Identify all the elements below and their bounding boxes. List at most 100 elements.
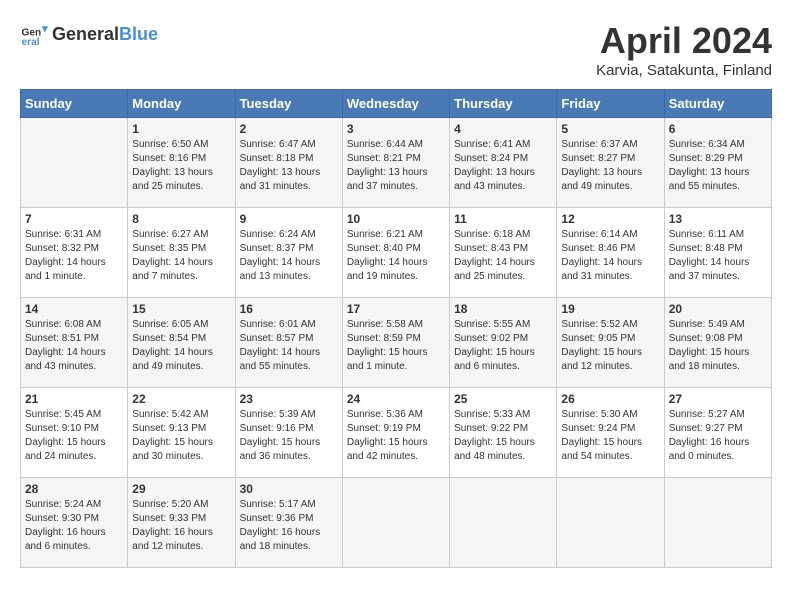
day-number: 5	[561, 122, 659, 136]
day-number: 15	[132, 302, 230, 316]
day-info: Sunrise: 6:47 AM Sunset: 8:18 PM Dayligh…	[240, 138, 338, 194]
day-info: Sunrise: 5:52 AM Sunset: 9:05 PM Dayligh…	[561, 318, 659, 374]
day-info: Sunrise: 6:41 AM Sunset: 8:24 PM Dayligh…	[454, 138, 552, 194]
header: Gen eral GeneralBlue April 2024 Karvia, …	[20, 20, 772, 79]
day-number: 10	[347, 212, 445, 226]
day-cell: 21Sunrise: 5:45 AM Sunset: 9:10 PM Dayli…	[21, 388, 128, 478]
day-cell: 7 Sunrise: 6:31 AM Sunset: 8:32 PM Daylig…	[21, 208, 128, 298]
logo: Gen eral GeneralBlue	[20, 20, 158, 48]
header-cell-wednesday: Wednesday	[342, 90, 449, 118]
day-info: Sunrise: 6:24 AM Sunset: 8:37 PM Dayligh…	[240, 228, 338, 284]
week-row-5: 28Sunrise: 5:24 AM Sunset: 9:30 PM Dayli…	[21, 478, 772, 568]
day-cell: 16Sunrise: 6:01 AM Sunset: 8:57 PM Dayli…	[235, 298, 342, 388]
day-number: 9	[240, 212, 338, 226]
day-info: Sunrise: 6:21 AM Sunset: 8:40 PM Dayligh…	[347, 228, 445, 284]
week-row-2: 7 Sunrise: 6:31 AM Sunset: 8:32 PM Daylig…	[21, 208, 772, 298]
day-number: 17	[347, 302, 445, 316]
day-cell: 26Sunrise: 5:30 AM Sunset: 9:24 PM Dayli…	[557, 388, 664, 478]
location-title: Karvia, Satakunta, Finland	[596, 62, 772, 79]
day-info: Sunrise: 5:39 AM Sunset: 9:16 PM Dayligh…	[240, 408, 338, 464]
day-cell	[664, 478, 771, 568]
day-info: Sunrise: 6:05 AM Sunset: 8:54 PM Dayligh…	[132, 318, 230, 374]
logo-blue: Blue	[119, 24, 158, 45]
day-number: 21	[25, 392, 123, 406]
day-info: Sunrise: 6:44 AM Sunset: 8:21 PM Dayligh…	[347, 138, 445, 194]
day-cell: 15 Sunrise: 6:05 AM Sunset: 8:54 PM Dayli…	[128, 298, 235, 388]
day-cell	[450, 478, 557, 568]
day-info: Sunrise: 5:42 AM Sunset: 9:13 PM Dayligh…	[132, 408, 230, 464]
day-number: 11	[454, 212, 552, 226]
day-cell: 28Sunrise: 5:24 AM Sunset: 9:30 PM Dayli…	[21, 478, 128, 568]
day-number: 1	[132, 122, 230, 136]
header-cell-friday: Friday	[557, 90, 664, 118]
day-cell: 1 Sunrise: 6:50 AM Sunset: 8:16 PM Daylig…	[128, 118, 235, 208]
day-info: Sunrise: 6:50 AM Sunset: 8:16 PM Dayligh…	[132, 138, 230, 194]
day-cell	[21, 118, 128, 208]
day-number: 27	[669, 392, 767, 406]
day-number: 23	[240, 392, 338, 406]
day-info: Sunrise: 6:18 AM Sunset: 8:43 PM Dayligh…	[454, 228, 552, 284]
week-row-1: 1 Sunrise: 6:50 AM Sunset: 8:16 PM Daylig…	[21, 118, 772, 208]
day-info: Sunrise: 5:17 AM Sunset: 9:36 PM Dayligh…	[240, 498, 338, 554]
header-row: SundayMondayTuesdayWednesdayThursdayFrid…	[21, 90, 772, 118]
day-number: 2	[240, 122, 338, 136]
day-info: Sunrise: 6:08 AM Sunset: 8:51 PM Dayligh…	[25, 318, 123, 374]
day-info: Sunrise: 6:37 AM Sunset: 8:27 PM Dayligh…	[561, 138, 659, 194]
day-number: 20	[669, 302, 767, 316]
day-cell: 19 Sunrise: 5:52 AM Sunset: 9:05 PM Dayli…	[557, 298, 664, 388]
day-number: 3	[347, 122, 445, 136]
day-cell: 29Sunrise: 5:20 AM Sunset: 9:33 PM Dayli…	[128, 478, 235, 568]
header-cell-tuesday: Tuesday	[235, 90, 342, 118]
header-cell-sunday: Sunday	[21, 90, 128, 118]
month-title: April 2024	[596, 20, 772, 62]
day-cell: 11 Sunrise: 6:18 AM Sunset: 8:43 PM Dayli…	[450, 208, 557, 298]
day-number: 19	[561, 302, 659, 316]
day-info: Sunrise: 5:58 AM Sunset: 8:59 PM Dayligh…	[347, 318, 445, 374]
logo-general: General	[52, 24, 119, 45]
day-number: 24	[347, 392, 445, 406]
day-info: Sunrise: 6:14 AM Sunset: 8:46 PM Dayligh…	[561, 228, 659, 284]
day-cell: 10 Sunrise: 6:21 AM Sunset: 8:40 PM Dayli…	[342, 208, 449, 298]
day-info: Sunrise: 5:20 AM Sunset: 9:33 PM Dayligh…	[132, 498, 230, 554]
day-cell: 20 Sunrise: 5:49 AM Sunset: 9:08 PM Dayli…	[664, 298, 771, 388]
day-number: 8	[132, 212, 230, 226]
day-number: 28	[25, 482, 123, 496]
day-number: 4	[454, 122, 552, 136]
day-number: 30	[240, 482, 338, 496]
day-info: Sunrise: 5:36 AM Sunset: 9:19 PM Dayligh…	[347, 408, 445, 464]
day-cell: 3 Sunrise: 6:44 AM Sunset: 8:21 PM Daylig…	[342, 118, 449, 208]
day-cell: 14 Sunrise: 6:08 AM Sunset: 8:51 PM Dayli…	[21, 298, 128, 388]
day-info: Sunrise: 6:01 AM Sunset: 8:57 PM Dayligh…	[240, 318, 338, 374]
calendar-body: 1 Sunrise: 6:50 AM Sunset: 8:16 PM Daylig…	[21, 118, 772, 568]
day-cell: 5 Sunrise: 6:37 AM Sunset: 8:27 PM Daylig…	[557, 118, 664, 208]
logo-icon: Gen eral	[20, 20, 48, 48]
day-number: 6	[669, 122, 767, 136]
week-row-4: 21Sunrise: 5:45 AM Sunset: 9:10 PM Dayli…	[21, 388, 772, 478]
day-cell	[557, 478, 664, 568]
day-info: Sunrise: 6:31 AM Sunset: 8:32 PM Dayligh…	[25, 228, 123, 284]
calendar-header: SundayMondayTuesdayWednesdayThursdayFrid…	[21, 90, 772, 118]
day-cell: 18Sunrise: 5:55 AM Sunset: 9:02 PM Dayli…	[450, 298, 557, 388]
day-cell: 17 Sunrise: 5:58 AM Sunset: 8:59 PM Dayli…	[342, 298, 449, 388]
header-cell-thursday: Thursday	[450, 90, 557, 118]
day-number: 18	[454, 302, 552, 316]
svg-text:eral: eral	[22, 37, 40, 48]
day-cell: 30 Sunrise: 5:17 AM Sunset: 9:36 PM Dayli…	[235, 478, 342, 568]
day-cell: 12 Sunrise: 6:14 AM Sunset: 8:46 PM Dayli…	[557, 208, 664, 298]
day-cell: 27 Sunrise: 5:27 AM Sunset: 9:27 PM Dayli…	[664, 388, 771, 478]
day-number: 25	[454, 392, 552, 406]
day-info: Sunrise: 6:11 AM Sunset: 8:48 PM Dayligh…	[669, 228, 767, 284]
day-number: 12	[561, 212, 659, 226]
day-info: Sunrise: 6:27 AM Sunset: 8:35 PM Dayligh…	[132, 228, 230, 284]
day-number: 14	[25, 302, 123, 316]
day-cell: 8 Sunrise: 6:27 AM Sunset: 8:35 PM Daylig…	[128, 208, 235, 298]
day-number: 26	[561, 392, 659, 406]
day-info: Sunrise: 5:27 AM Sunset: 9:27 PM Dayligh…	[669, 408, 767, 464]
day-number: 7	[25, 212, 123, 226]
day-cell: 23 Sunrise: 5:39 AM Sunset: 9:16 PM Dayli…	[235, 388, 342, 478]
header-cell-monday: Monday	[128, 90, 235, 118]
day-info: Sunrise: 5:49 AM Sunset: 9:08 PM Dayligh…	[669, 318, 767, 374]
day-info: Sunrise: 5:33 AM Sunset: 9:22 PM Dayligh…	[454, 408, 552, 464]
day-number: 22	[132, 392, 230, 406]
day-cell: 24 Sunrise: 5:36 AM Sunset: 9:19 PM Dayli…	[342, 388, 449, 478]
